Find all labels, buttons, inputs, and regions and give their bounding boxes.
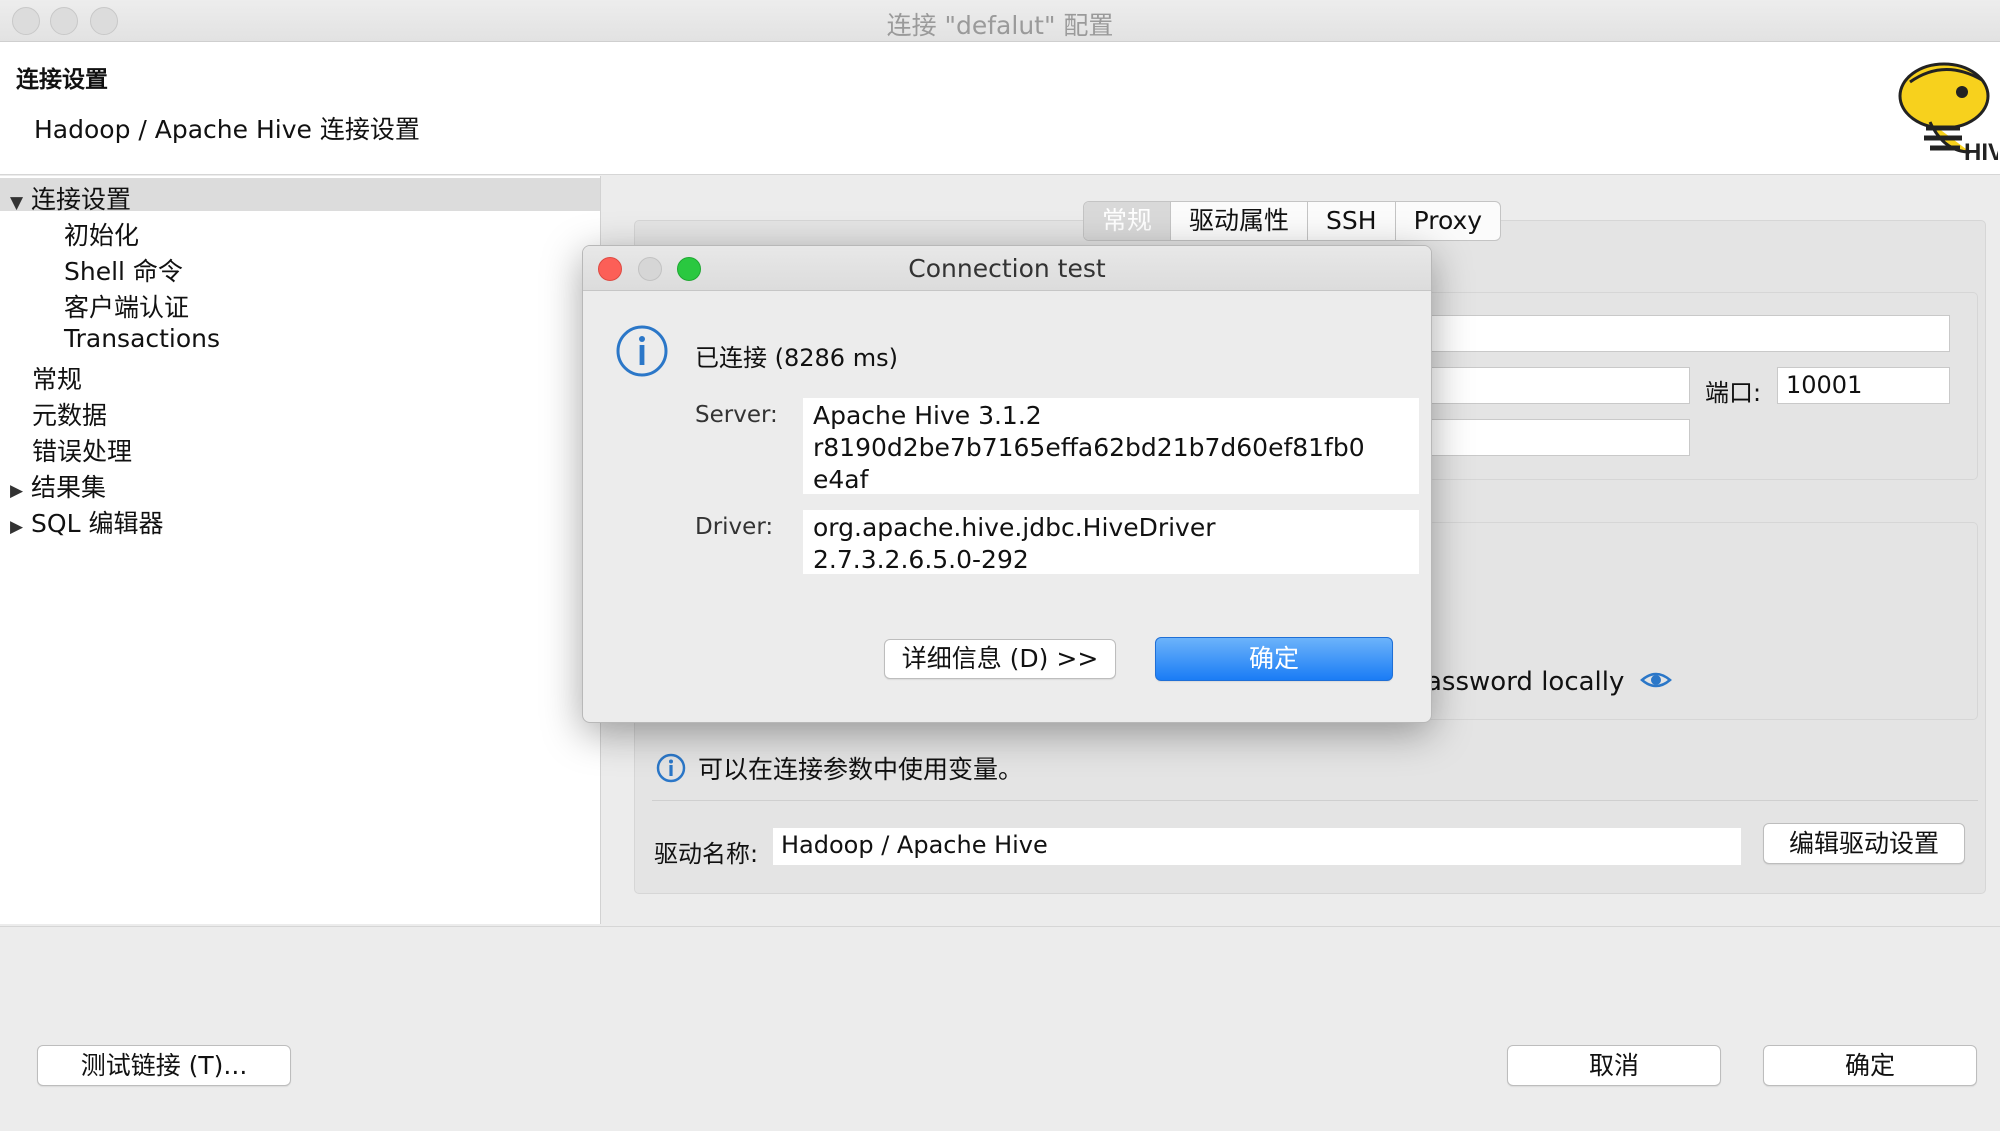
info-icon (616, 325, 668, 377)
header-panel (0, 42, 2000, 175)
server-label: Server: (695, 402, 778, 428)
tree-item-sql-editor[interactable]: ▶ SQL 编辑器 (10, 504, 163, 540)
page-title: 连接设置 (16, 67, 108, 93)
connection-status-message: 已连接 (8286 ms) (695, 344, 898, 372)
tree-item-connection-settings[interactable]: ▼ 连接设置 (10, 180, 131, 216)
driver-label: Driver: (695, 514, 774, 540)
details-button[interactable]: 详细信息 (D) >> (884, 639, 1116, 679)
dialog-title: Connection test (908, 254, 1106, 283)
tree-item-client-auth[interactable]: 客户端认证 (64, 288, 189, 324)
footer-bar (0, 926, 2000, 1131)
settings-tabs: 常规 驱动属性 SSH Proxy (1083, 201, 1502, 241)
divider (652, 800, 1978, 801)
svg-text:HIV: HIV (1964, 139, 1998, 164)
tab-proxy[interactable]: Proxy (1396, 202, 1500, 240)
tree-item-error-handling[interactable]: 错误处理 (32, 432, 132, 468)
tree-item-shell-commands[interactable]: Shell 命令 (64, 252, 183, 288)
connection-test-dialog: Connection test 已连接 (8286 ms) Server: Ap… (582, 245, 1432, 723)
expand-arrow-icon[interactable]: ▼ (10, 193, 23, 213)
tree-item-metadata[interactable]: 元数据 (32, 396, 107, 432)
host-field[interactable] (1400, 367, 1690, 404)
tree-item-general[interactable]: 常规 (32, 360, 82, 396)
eye-icon[interactable] (1640, 668, 1672, 692)
tree-item-init[interactable]: 初始化 (64, 216, 139, 252)
page-subtitle: Hadoop / Apache Hive 连接设置 (34, 115, 420, 144)
edit-driver-button[interactable]: 编辑驱动设置 (1763, 823, 1965, 864)
variables-info-text: 可以在连接参数中使用变量。 (698, 755, 1024, 784)
expand-arrow-icon[interactable]: ▶ (10, 517, 23, 537)
tree-item-resultsets[interactable]: ▶ 结果集 (10, 468, 106, 504)
url-field[interactable] (1400, 315, 1950, 352)
tab-general[interactable]: 常规 (1084, 202, 1172, 240)
expand-arrow-icon[interactable]: ▶ (10, 481, 23, 501)
tab-driver-properties[interactable]: 驱动属性 (1171, 202, 1309, 240)
tab-ssh[interactable]: SSH (1308, 202, 1396, 240)
window-title: 连接 "defalut" 配置 (886, 11, 1114, 40)
driver-name-label: 驱动名称: (654, 840, 759, 868)
port-field[interactable]: 10001 (1777, 367, 1950, 404)
database-field[interactable] (1400, 419, 1690, 456)
driver-info-field: org.apache.hive.jdbc.HiveDriver 2.7.3.2.… (803, 510, 1419, 574)
test-connection-button[interactable]: 测试链接 (T)... (37, 1045, 291, 1086)
ok-button[interactable]: 确定 (1763, 1045, 1977, 1086)
hive-bee-logo-icon: HIV (1898, 62, 1998, 164)
driver-name-field: Hadoop / Apache Hive (773, 828, 1741, 865)
server-info-field: Apache Hive 3.1.2 r8190d2be7b7165effa62b… (803, 398, 1419, 494)
save-password-label[interactable]: assword locally (1426, 667, 1624, 697)
cancel-button[interactable]: 取消 (1507, 1045, 1721, 1086)
dialog-ok-button[interactable]: 确定 (1155, 637, 1393, 681)
info-icon (656, 753, 686, 783)
port-label: 端口: (1705, 379, 1762, 407)
tree-item-transactions[interactable]: Transactions (64, 324, 220, 353)
